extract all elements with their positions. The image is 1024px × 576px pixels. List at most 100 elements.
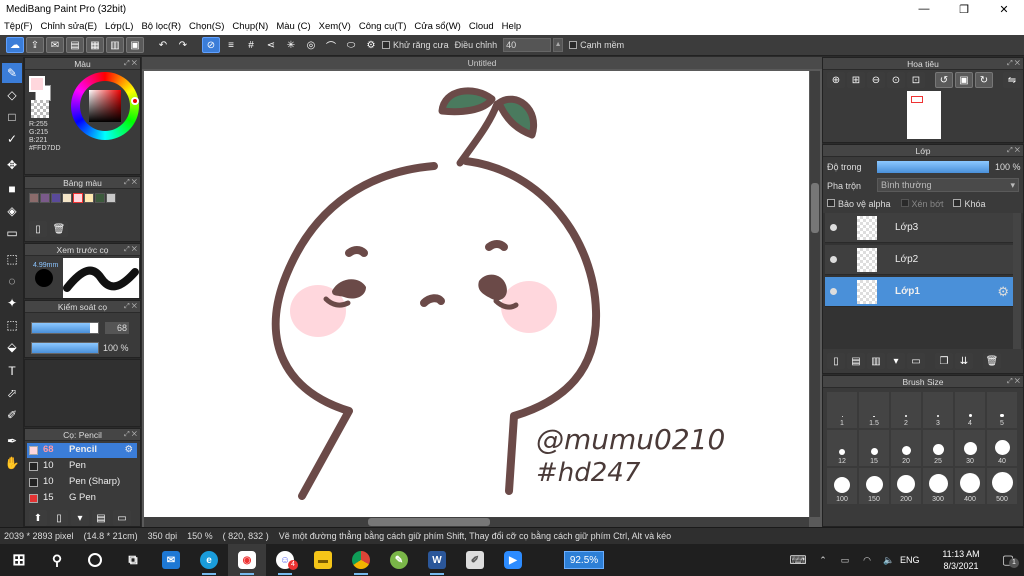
brush-item-pen[interactable]: 10 Pen (27, 459, 137, 474)
move-tool-icon[interactable]: ✥ (2, 155, 22, 175)
panel-buttons-icon[interactable]: ⤢ ✕ (124, 177, 137, 189)
rect-select-icon[interactable]: ⬚ (2, 249, 22, 269)
divide-tool-icon[interactable]: ✐ (2, 405, 22, 425)
palette-swatch[interactable] (106, 193, 116, 203)
brush-options-icon[interactable]: ▾ (71, 510, 89, 526)
merge-layer-icon[interactable]: ⇊ (955, 353, 973, 369)
antialias-option[interactable]: Khử răng cưa (382, 40, 449, 50)
brush-size-option[interactable]: 400 (955, 468, 985, 504)
panel-buttons-icon[interactable]: ⤢ ✕ (124, 301, 137, 313)
edge-checkbox[interactable] (569, 41, 578, 49)
eyedropper-icon[interactable]: ✒ (2, 431, 22, 451)
eye-icon[interactable] (830, 256, 837, 263)
palette-swatch[interactable] (29, 193, 39, 203)
layer-row-2[interactable]: Lớp2 (825, 245, 1013, 275)
palette-swatch[interactable] (84, 193, 94, 203)
brush-size-option[interactable]: 200 (891, 468, 921, 504)
panel-buttons-icon[interactable]: ⤢ ✕ (1007, 145, 1020, 157)
snap-settings-icon[interactable]: ⚙ (362, 37, 380, 53)
brush-size-option[interactable]: 30 (955, 430, 985, 466)
eye-icon[interactable] (830, 288, 837, 295)
volume-icon[interactable]: 🔈 (878, 544, 900, 576)
vertical-scrollbar[interactable] (810, 71, 820, 517)
adjust-select[interactable]: 40 (503, 38, 552, 52)
eraser-tool-icon[interactable]: ◇ (2, 85, 22, 105)
layer-opacity-slider[interactable] (877, 161, 989, 173)
brush-item-pencil[interactable]: 68 Pencil ⚙ (27, 443, 137, 458)
brush-folder-icon[interactable]: ▭ (113, 510, 131, 526)
keyboard-icon[interactable]: ⌨ (784, 544, 812, 576)
zoom-in-icon[interactable]: ⊕ (827, 72, 845, 88)
discord-icon[interactable]: ☺ 4 (266, 544, 304, 576)
search-icon[interactable]: ⚲ (38, 544, 76, 576)
magic-wand-icon[interactable]: ✦ (2, 293, 22, 313)
gear-icon[interactable]: ⚙ (124, 444, 133, 455)
chrome-icon[interactable] (342, 544, 380, 576)
menu-file[interactable]: Tệp(F) (0, 21, 37, 32)
gear-icon[interactable]: ⚙ (997, 284, 1009, 300)
transparent-swatch[interactable] (31, 100, 49, 118)
share-icon[interactable]: ⇪ (26, 37, 44, 53)
new-halftone-layer-icon[interactable]: ▤ (847, 353, 865, 369)
menu-select[interactable]: Chọn(S) (185, 21, 228, 32)
operation-tool-icon[interactable]: ⬀ (2, 383, 22, 403)
lock-checkbox[interactable] (953, 199, 962, 207)
brush-size-option[interactable]: 2 (891, 392, 921, 428)
clip-studio-icon[interactable]: ✎ (380, 544, 418, 576)
select-brush-icon[interactable]: ⬚ (2, 315, 22, 335)
brush-item-g-pen[interactable]: 15 G Pen (27, 491, 137, 506)
duplicate-layer-icon[interactable]: ❐ (935, 353, 953, 369)
comment-icon[interactable]: ✉ (46, 37, 64, 53)
edge-option[interactable]: Cạnh mềm (569, 40, 624, 50)
adjust-spinner[interactable]: ▲ (553, 38, 564, 52)
panel-buttons-icon[interactable]: ⤢ ✕ (1007, 376, 1020, 388)
brush-settings-icon[interactable]: ▤ (92, 510, 110, 526)
lock-option[interactable]: Khóa (953, 199, 986, 209)
zoom-fit-icon[interactable]: ⊞ (847, 72, 865, 88)
edge-icon[interactable]: e (190, 544, 228, 576)
protect-alpha-checkbox[interactable] (827, 199, 835, 207)
panel-buttons-icon[interactable]: ⤢ ✕ (124, 244, 137, 256)
bucket-tool-icon[interactable]: ◈ (2, 201, 22, 221)
new-8bit-layer-icon[interactable]: ▥ (867, 353, 885, 369)
file-explorer-icon[interactable]: ▬ (304, 544, 342, 576)
layer-row-3[interactable]: Lớp3 (825, 213, 1013, 243)
palette-swatch[interactable] (40, 193, 50, 203)
layer-scrollbar[interactable] (1013, 213, 1021, 349)
panel-icon[interactable]: ▥ (106, 37, 124, 53)
zoom-out-icon[interactable]: ⊖ (867, 72, 885, 88)
delete-layer-icon[interactable]: 🗑 (983, 353, 1001, 369)
primary-color-swatch[interactable] (29, 76, 45, 92)
brush-size-option[interactable]: 4 (955, 392, 985, 428)
brush-size-option[interactable]: 15 (859, 430, 889, 466)
undo-icon[interactable]: ↶ (154, 37, 172, 53)
select-pen-icon[interactable]: ✓ (2, 129, 22, 149)
cortana-icon[interactable] (76, 544, 114, 576)
snap-radial-icon[interactable]: ✳ (282, 37, 300, 53)
close-button[interactable]: ✕ (984, 3, 1024, 16)
clipping-option[interactable]: Xén bớt (900, 199, 943, 209)
saturation-square[interactable] (89, 90, 121, 122)
snap-perspective-icon[interactable]: ⋖ (262, 37, 280, 53)
windows-start-icon[interactable]: ⊞ (0, 544, 38, 576)
fill-shape-icon[interactable]: ■ (2, 179, 22, 199)
taskbar-clock[interactable]: 11:13 AM 8/3/2021 (930, 548, 992, 572)
zoom-app-icon[interactable]: ▶ (494, 544, 532, 576)
cloud-icon[interactable]: ☁ (6, 37, 24, 53)
actual-size-icon[interactable]: ⊙ (887, 72, 905, 88)
snap-circle-icon[interactable]: ◎ (302, 37, 320, 53)
brush-size-option[interactable]: 100 (827, 468, 857, 504)
brush-size-option[interactable]: 150 (859, 468, 889, 504)
navigator-thumbnail[interactable] (907, 91, 941, 139)
menu-tools[interactable]: Công cụ(T) (355, 21, 411, 32)
menu-filter[interactable]: Bộ lọc(R) (137, 21, 185, 32)
fit-window-icon[interactable]: ⊡ (907, 72, 925, 88)
snap-off-icon[interactable]: ⊘ (202, 37, 220, 53)
new-layer-icon[interactable]: ▯ (827, 353, 845, 369)
fit-screen-icon[interactable]: ▣ (955, 72, 973, 88)
brush-size-option[interactable]: 300 (923, 468, 953, 504)
zoom-level-badge[interactable]: 92.5% (564, 551, 604, 569)
message-icon[interactable]: ▤ (66, 37, 84, 53)
gradient-tool-icon[interactable]: ▭ (2, 223, 22, 243)
snap-parallel-icon[interactable]: ≡ (222, 37, 240, 53)
